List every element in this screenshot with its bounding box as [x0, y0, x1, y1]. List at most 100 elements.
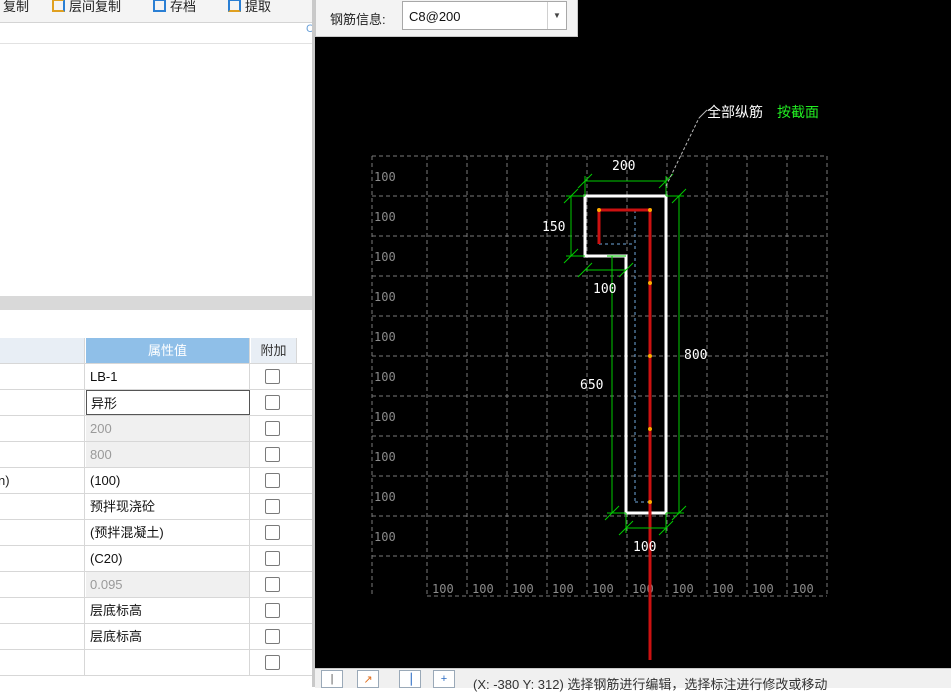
dim-stem-height[interactable]: 650 — [580, 378, 603, 393]
add-checkbox[interactable] — [265, 577, 280, 592]
property-row[interactable]: 层底标高 — [0, 624, 315, 650]
grid-label-bottom: 100 — [672, 582, 694, 596]
rebar-node[interactable] — [597, 208, 601, 212]
add-checkbox[interactable] — [265, 525, 280, 540]
header-add: 附加 — [251, 338, 297, 363]
toolbar: 复制 层间复制 存档 提取 — [0, 0, 315, 23]
property-row[interactable]: 800 — [0, 442, 315, 468]
line-tool-button[interactable]: | — [321, 670, 343, 688]
component-list[interactable] — [0, 44, 315, 294]
property-add-cell — [251, 546, 297, 571]
add-checkbox[interactable] — [265, 551, 280, 566]
property-value[interactable]: 预拌现浇砼 — [86, 494, 250, 519]
property-row[interactable]: (C20) — [0, 546, 315, 572]
annotation-by-section[interactable]: 按截面 — [777, 105, 819, 121]
draw-rebar-button[interactable]: ↗ — [357, 670, 379, 688]
header-name-cell — [0, 338, 85, 363]
panel-splitter[interactable] — [0, 296, 315, 310]
rebar-info-panel: 钢筋信息: C8@200 ▼ — [315, 0, 578, 37]
property-name — [0, 416, 85, 441]
save-archive-button[interactable]: 存档 — [153, 0, 196, 15]
property-add-cell — [251, 572, 297, 597]
rebar-node[interactable] — [648, 208, 652, 212]
extract-label: 提取 — [245, 0, 272, 14]
property-name — [0, 442, 85, 467]
save-label: 存档 — [170, 0, 197, 14]
grid-label-bottom: 100 — [432, 582, 454, 596]
add-checkbox[interactable] — [265, 499, 280, 514]
property-name — [0, 572, 85, 597]
add-checkbox[interactable] — [265, 473, 280, 488]
search-row: C — [0, 23, 315, 44]
grid-label-left: 100 — [374, 370, 396, 384]
property-name-text: n) — [0, 473, 10, 488]
add-checkbox[interactable] — [265, 421, 280, 436]
dim-top-width[interactable]: 200 — [612, 159, 635, 174]
property-value[interactable]: 0.095 — [86, 572, 250, 597]
grid-label-bottom: 100 — [712, 582, 734, 596]
rebar-node[interactable] — [648, 281, 652, 285]
property-value[interactable]: 800 — [86, 442, 250, 467]
rebar-info-combo[interactable]: C8@200 ▼ — [402, 1, 567, 30]
property-value[interactable]: 200 — [86, 416, 250, 441]
property-add-cell — [251, 442, 297, 467]
grid-label-left: 100 — [374, 410, 396, 424]
add-checkbox[interactable] — [265, 369, 280, 384]
rebar-node[interactable] — [648, 354, 652, 358]
dim-bottom-width[interactable]: 100 — [633, 540, 656, 555]
grid-label-bottom: 100 — [512, 582, 534, 596]
rebar-node[interactable] — [648, 500, 652, 504]
property-name — [0, 520, 85, 545]
property-value[interactable]: (100) — [86, 468, 250, 493]
property-value[interactable]: 层底标高 — [86, 624, 250, 649]
extract-button[interactable]: 提取 — [228, 0, 271, 15]
grid-label-left: 100 — [374, 290, 396, 304]
property-value[interactable]: 异形 — [86, 390, 250, 415]
property-row[interactable]: (预拌混凝土) — [0, 520, 315, 546]
annotation-all-longitudinal[interactable]: 全部纵筋 — [707, 104, 763, 121]
property-row[interactable]: 预拌现浇砼 — [0, 494, 315, 520]
property-row[interactable]: LB-1 — [0, 364, 315, 390]
floor-copy-button[interactable]: 层间复制 — [52, 0, 121, 15]
property-value[interactable]: 层底标高 — [86, 598, 250, 623]
property-row[interactable]: 层底标高 — [0, 598, 315, 624]
copy-button[interactable]: 复制 — [3, 0, 29, 15]
property-row[interactable]: 异形 — [0, 390, 315, 416]
add-point-button[interactable]: + — [433, 670, 455, 688]
grid-label-left: 100 — [374, 330, 396, 344]
property-row[interactable]: n) (100) — [0, 468, 315, 494]
floor-copy-icon — [52, 0, 65, 12]
rebar-node[interactable] — [648, 427, 652, 431]
chevron-down-icon[interactable]: ▼ — [547, 2, 566, 29]
edit-rebar-button[interactable]: ⎥ — [399, 670, 421, 688]
add-checkbox[interactable] — [265, 629, 280, 644]
add-checkbox[interactable] — [265, 603, 280, 618]
property-name: n) — [0, 468, 85, 493]
dim-total-height[interactable]: 800 — [684, 348, 707, 363]
grid-label-left: 100 — [374, 250, 396, 264]
property-value[interactable]: LB-1 — [86, 364, 250, 389]
add-checkbox[interactable] — [265, 447, 280, 462]
property-row[interactable]: 200 — [0, 416, 315, 442]
property-add-cell — [251, 598, 297, 623]
property-row[interactable]: 0.095 — [0, 572, 315, 598]
property-row[interactable] — [0, 650, 315, 676]
extract-icon — [228, 0, 241, 12]
dim-step[interactable]: 100 — [593, 282, 616, 297]
property-value[interactable]: (预拌混凝土) — [86, 520, 250, 545]
property-add-cell — [251, 520, 297, 545]
property-name — [0, 546, 85, 571]
property-add-cell — [251, 494, 297, 519]
property-value[interactable] — [86, 650, 250, 675]
rebar-info-value: C8@200 — [409, 9, 461, 24]
add-checkbox[interactable] — [265, 395, 280, 410]
grid-label-left: 100 — [374, 170, 396, 184]
copy-label: 复制 — [3, 0, 30, 14]
dim-top-height[interactable]: 150 — [542, 220, 565, 235]
save-icon — [153, 0, 166, 12]
section-drawing[interactable]: 100 100 100 100 100 100 100 100 100 100 100 100 100 1… — [315, 0, 951, 668]
property-value[interactable]: (C20) — [86, 546, 250, 571]
rebar-info-label: 钢筋信息: — [330, 12, 386, 27]
add-checkbox[interactable] — [265, 655, 280, 670]
property-add-cell — [251, 650, 297, 675]
